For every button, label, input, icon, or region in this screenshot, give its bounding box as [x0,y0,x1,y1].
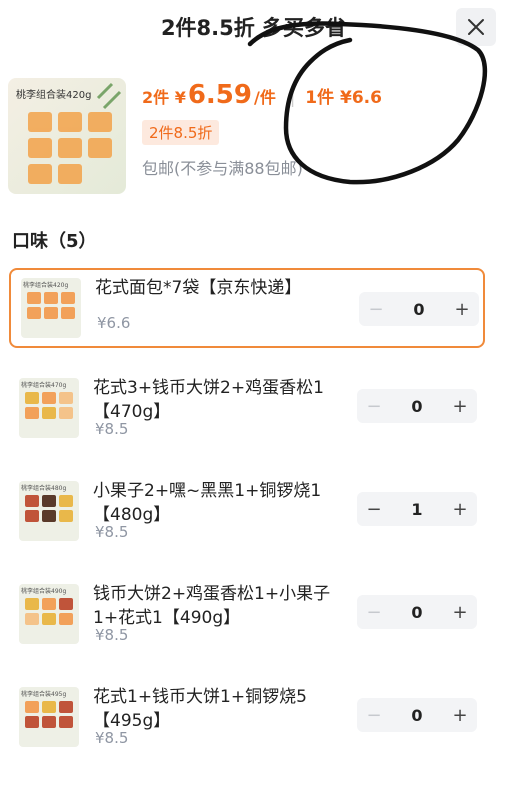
thumbnail-label: 桃李组合装490g [21,588,67,595]
flavor-name: 钱币大饼2+鸡蛋香松1+小果子1+花式1【490g】 [93,584,331,628]
flavor-price: ¥8.5 [95,523,129,541]
flavor-thumbnail: 桃李组合装420g [21,278,81,338]
flavor-price: ¥8.5 [95,420,129,438]
flavor-price: ¥8.5 [95,626,129,644]
increment-button[interactable]: + [445,299,479,320]
thumbnail-label: 桃李组合装420g [23,282,69,289]
quantity-stepper: − 0 + [357,595,477,629]
flavor-name: 小果子2+嘿~黑黑1+铜锣烧1【480g】 [93,481,322,525]
flavor-price: ¥8.5 [95,729,129,747]
quantity-value: 0 [411,396,423,416]
flavor-name: 花式面包*7袋【京东快递】 [95,278,302,298]
flavor-option[interactable]: 桃李组合装420g 花式面包*7袋【京东快递】 ¥6.6 − 0 + [9,268,485,348]
price-separator: | [289,88,296,107]
decrement-button[interactable]: − [357,705,391,726]
flavor-price: ¥6.6 [97,314,131,332]
increment-button[interactable]: + [443,602,477,623]
flavor-option[interactable]: 桃李组合装480g 小果子2+嘿~黑黑1+铜锣烧1【480g】 ¥8.5 − 1… [9,473,485,553]
thumbnail-label: 桃李组合装495g [21,691,67,698]
increment-button[interactable]: + [443,705,477,726]
sheet-header: 2件8.5折 多买多省 [0,0,507,60]
thumbnail-label: 桃李组合装480g [21,485,67,492]
multi-price-unit: /件 [254,88,276,107]
flavor-option[interactable]: 桃李组合装470g 花式3+钱币大饼2+鸡蛋香松1【470g】 ¥8.5 − 0… [9,370,485,450]
price-line: 2件 ¥ 6.59 /件 | 1件 ¥6.6 [142,80,382,112]
decrement-button[interactable]: − [357,499,391,520]
product-summary-image: 桃李组合装420g [8,78,126,194]
close-icon [468,19,484,35]
flavor-thumbnail: 桃李组合装490g [19,584,79,644]
quantity-stepper: − 0 + [357,389,477,423]
discount-badge: 2件8.5折 [142,120,220,145]
decrement-button[interactable]: − [357,602,391,623]
flavor-section-title: 口味（5） [12,231,97,252]
thumbnail-label: 桃李组合装470g [21,382,67,389]
decrement-button[interactable]: − [357,396,391,417]
flavor-option[interactable]: 桃李组合装495g 花式1+钱币大饼1+铜锣烧5【495g】 ¥8.5 − 0 … [9,679,485,759]
single-price: 1件 ¥6.6 [305,88,382,108]
quantity-stepper: − 0 + [357,698,477,732]
multi-price-value: 6.59 [187,80,252,110]
decrement-button[interactable]: − [359,299,393,320]
product-box-graphic [28,82,122,184]
flavor-thumbnail: 桃李组合装480g [19,481,79,541]
flavor-name: 花式1+钱币大饼1+铜锣烧5【495g】 [93,687,307,731]
flavor-thumbnail: 桃李组合装470g [19,378,79,438]
increment-button[interactable]: + [443,396,477,417]
close-button[interactable] [456,8,496,46]
quantity-value: 0 [413,299,425,319]
multi-price-prefix: 2件 ¥ [142,88,186,107]
page-title: 2件8.5折 多买多省 [160,16,347,40]
quantity-value: 0 [411,602,423,622]
quantity-value: 1 [411,499,423,519]
flavor-name: 花式3+钱币大饼2+鸡蛋香松1【470g】 [93,378,324,422]
increment-button[interactable]: + [443,499,477,520]
shipping-note: 包邮(不参与满88包邮) [142,159,303,178]
quantity-stepper: − 0 + [359,292,479,326]
quantity-stepper: − 1 + [357,492,477,526]
flavor-thumbnail: 桃李组合装495g [19,687,79,747]
quantity-value: 0 [411,705,423,725]
flavor-option[interactable]: 桃李组合装490g 钱币大饼2+鸡蛋香松1+小果子1+花式1【490g】 ¥8.… [9,576,485,656]
